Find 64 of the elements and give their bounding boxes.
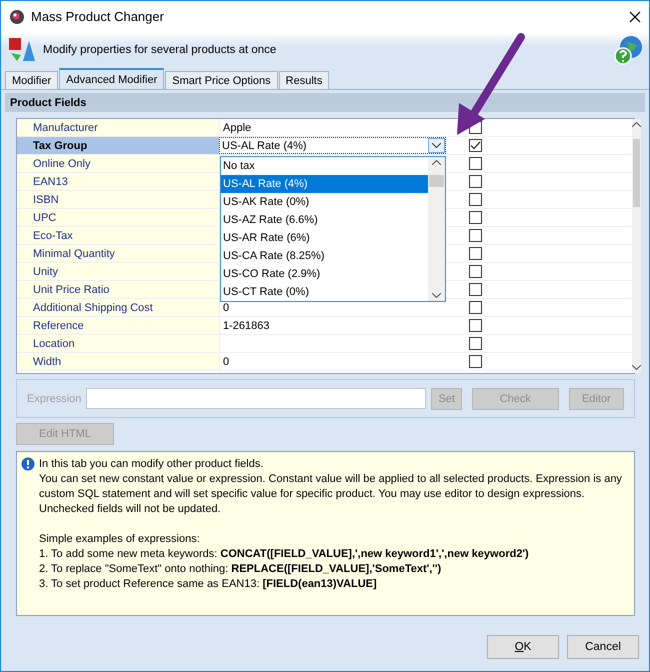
ok-button[interactable]: OK <box>487 635 559 659</box>
checkbox[interactable] <box>469 229 482 242</box>
field-label[interactable]: UPC <box>17 209 219 226</box>
checkbox[interactable] <box>469 337 482 350</box>
tab[interactable]: Advanced Modifier <box>59 68 164 89</box>
dropdown-button[interactable] <box>428 138 445 153</box>
header-text: Modify properties for several products at once <box>43 44 278 56</box>
info-text: 3. To set product Reference same as EAN13: [FIELD(ean13)VALUE] <box>39 577 378 592</box>
dropdown-option[interactable]: US-AL Rate (4%) <box>221 175 428 193</box>
field-label[interactable]: ISBN <box>17 191 219 208</box>
info-text: Simple examples of expressions: <box>39 532 201 547</box>
checkbox[interactable] <box>469 193 482 206</box>
checkbox[interactable] <box>469 211 482 224</box>
checkbox[interactable] <box>469 247 482 260</box>
field-label[interactable]: Manufacturer <box>17 119 219 136</box>
info-text: In this tab you can modify other product fields. <box>39 457 264 472</box>
cancel-button[interactable]: Cancel <box>567 635 639 659</box>
field-value[interactable]: Apple <box>219 119 446 136</box>
field-label[interactable]: EAN13 <box>17 173 219 190</box>
combo-value: US-AL Rate (4%) <box>222 140 307 152</box>
tab[interactable]: Results <box>278 71 330 89</box>
field-label[interactable]: Width <box>17 353 219 370</box>
field-label[interactable]: Online Only <box>17 155 219 172</box>
info-text: 2. To replace "SomeText" onto nothing: REPLACE([FIELD_VALUE],'SomeText','') <box>39 562 442 577</box>
field-label[interactable]: Unity <box>17 263 219 280</box>
checkbox[interactable] <box>469 319 482 332</box>
help-globe-icon[interactable] <box>613 35 643 65</box>
info-icon <box>21 457 35 471</box>
scroll-thumb[interactable] <box>429 175 444 187</box>
field-label[interactable]: Eco-Tax <box>17 227 219 244</box>
scroll-thumb[interactable] <box>633 139 640 207</box>
checkbox[interactable] <box>469 175 482 188</box>
field-label[interactable]: Unit Price Ratio <box>17 281 219 298</box>
expression-label: Expression <box>27 392 82 404</box>
checkbox[interactable] <box>469 157 482 170</box>
checkbox[interactable] <box>469 355 482 368</box>
tab[interactable]: Modifier <box>5 71 58 89</box>
close-icon[interactable] <box>629 10 641 22</box>
scroll-down-icon[interactable] <box>432 293 441 298</box>
info-text: 1. To add some new meta keywords: CONCAT([FIELD_VALUE],',new keyword1',',new keyword2') <box>39 547 530 562</box>
checkbox[interactable] <box>469 139 482 152</box>
field-label[interactable]: Additional Shipping Cost <box>17 299 219 316</box>
tax-combo[interactable]: US-AL Rate (4%) <box>219 137 446 154</box>
scroll-up-icon[interactable] <box>432 160 441 165</box>
info-text: You can set new constant value or expression. Constant value will be applied to all selected products. Expression is any custom SQL statement and will set specific value for specific product. You may use editor to design expressions. <box>39 472 623 502</box>
chevron-down-icon <box>432 143 441 148</box>
tab[interactable]: Smart Price Options <box>165 71 278 89</box>
checkbox[interactable] <box>469 265 482 278</box>
dropdown-scrollbar[interactable] <box>428 157 445 301</box>
panel-title: Product Fields <box>5 93 645 112</box>
scroll-down-icon[interactable] <box>632 365 641 370</box>
scroll-up-icon[interactable] <box>632 122 641 127</box>
field-label[interactable]: Reference <box>17 317 219 334</box>
info-text: Unchecked fields will not be updated. <box>39 502 222 517</box>
checkbox[interactable] <box>469 283 482 296</box>
field-value[interactable]: 1-261863 <box>219 317 446 334</box>
field-label[interactable]: Location <box>17 335 219 352</box>
app-icon <box>9 8 25 24</box>
scrollbar[interactable] <box>632 119 641 373</box>
checkbox[interactable] <box>469 301 482 314</box>
field-label[interactable]: Minimal Quantity <box>17 245 219 262</box>
field-value[interactable]: 0 <box>219 353 446 370</box>
field-label[interactable]: Tax Group <box>17 137 219 154</box>
window-title: Mass Product Changer <box>31 9 165 24</box>
